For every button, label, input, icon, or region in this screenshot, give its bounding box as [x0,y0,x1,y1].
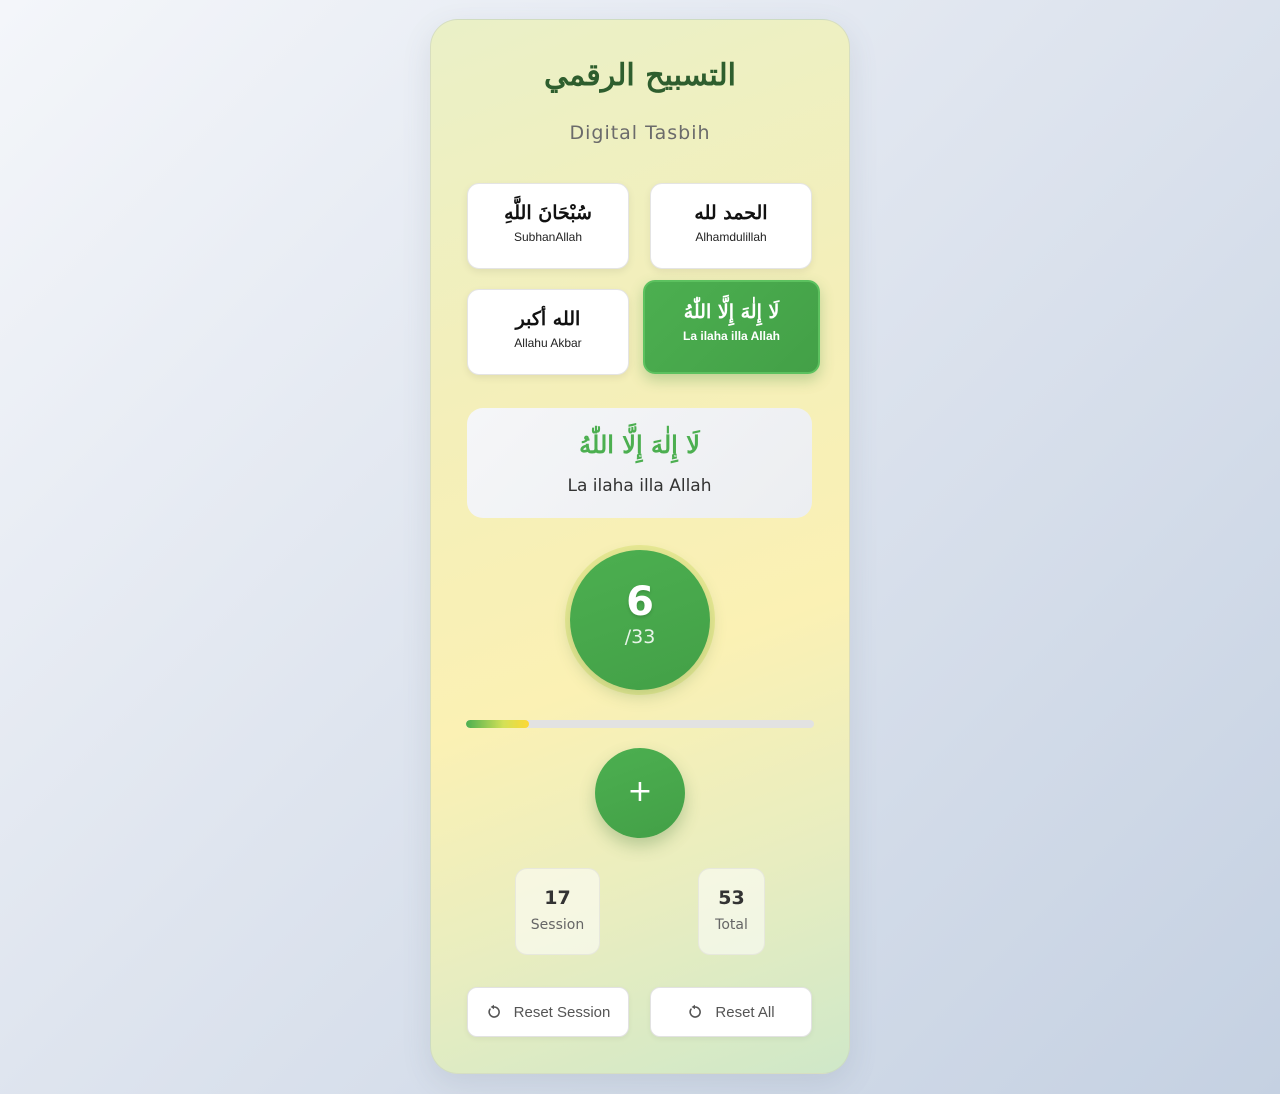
reset-icon [486,1004,502,1020]
reset-all-button[interactable]: Reset All [650,987,812,1037]
dhikr-arabic: الله أكبر [515,308,581,330]
dhikr-option-la-ilaha-illa-allah[interactable]: لَا إِلٰهَ إِلَّا اللّٰهُ La ilaha illa … [643,280,820,374]
stat-session: 17 Session [515,868,600,955]
dhikr-option-allahu-akbar[interactable]: الله أكبر Allahu Akbar [467,289,629,375]
progress-bar [466,720,814,728]
session-count: 17 [544,887,571,909]
dhikr-label: SubhanAllah [513,230,583,244]
increment-button[interactable]: + [595,748,685,838]
current-dhikr-panel: لَا إِلٰهَ إِلَّا اللّٰهُ La ilaha illa … [467,408,812,518]
page-title: التسبيح الرقمي [544,58,736,93]
reset-all-label: Reset All [715,1003,775,1021]
dhikr-label: La ilaha illa Allah [683,329,780,343]
dhikr-label: Alhamdulillah [695,230,767,244]
total-count: 53 [718,887,745,909]
page-subtitle: Digital Tasbih [569,122,711,144]
stat-total: 53 Total [698,868,765,955]
dhikr-label: Allahu Akbar [514,336,582,350]
reset-icon [687,1004,703,1020]
count-value: 6 [626,579,654,625]
reset-session-button[interactable]: Reset Session [467,987,629,1037]
total-label: Total [715,917,748,933]
reset-session-label: Reset Session [513,1003,611,1021]
counter-display: 6 /33 [570,550,710,690]
dhikr-arabic: سُبْحَانَ اللَّهِ [504,202,592,224]
current-dhikr-arabic: لَا إِلٰهَ إِلَّا اللّٰهُ [579,430,700,459]
dhikr-arabic: لَا إِلٰهَ إِلَّا اللّٰهُ [683,301,780,323]
count-target: /33 [624,626,656,648]
progress-fill [466,720,529,728]
current-dhikr-label: La ilaha illa Allah [567,476,712,496]
dhikr-option-alhamdulillah[interactable]: الحمد لله Alhamdulillah [650,183,812,269]
dhikr-arabic: الحمد لله [694,202,768,224]
session-label: Session [530,917,585,933]
dhikr-option-subhanallah[interactable]: سُبْحَانَ اللَّهِ SubhanAllah [467,183,629,269]
